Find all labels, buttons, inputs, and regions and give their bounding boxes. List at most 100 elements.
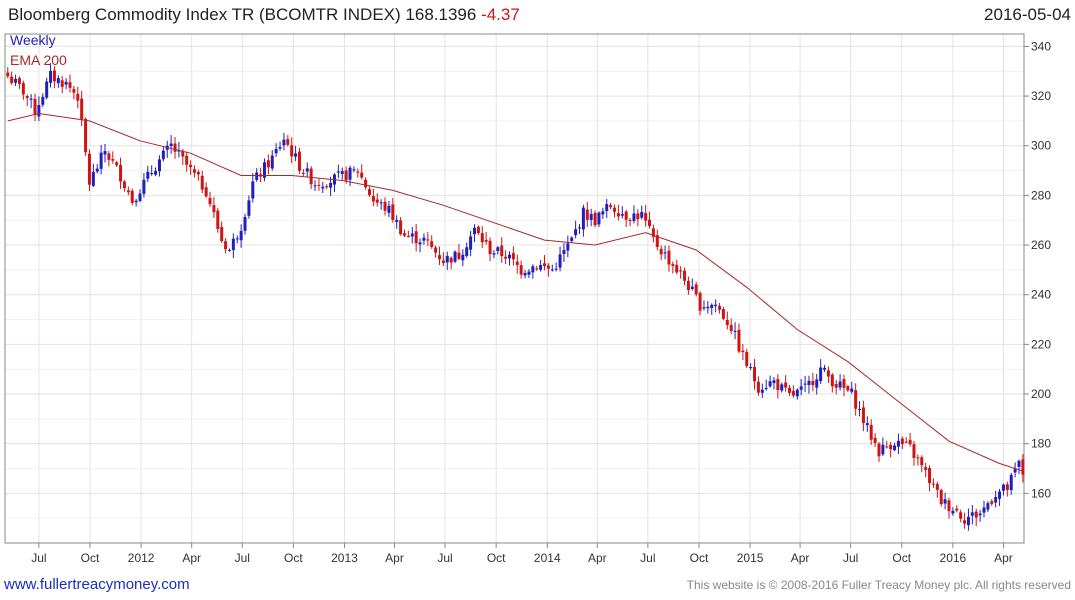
candle-body (605, 204, 609, 212)
candle-body (325, 186, 329, 188)
candle-body (68, 82, 72, 88)
candle-body (970, 512, 974, 516)
candle-body (578, 227, 582, 229)
candle-body (391, 204, 395, 220)
candle-body (795, 389, 799, 397)
y-tick-label: 220 (1031, 337, 1051, 351)
candle-body (469, 236, 473, 250)
candle-body (780, 384, 784, 391)
candle-body (130, 190, 134, 203)
candle-body (500, 245, 504, 257)
candle-body (889, 445, 893, 450)
candle-body (858, 408, 862, 410)
candle-body (1005, 484, 1009, 490)
candle-body (266, 160, 270, 168)
candle-body (721, 309, 725, 319)
candle-body (749, 367, 753, 369)
candle-body (72, 89, 76, 93)
candle-body (974, 511, 978, 518)
x-tick-label: Apr (588, 551, 607, 565)
candle-body (387, 205, 391, 213)
candle-body (119, 165, 123, 182)
candle-body (931, 483, 935, 485)
candle-body (406, 236, 410, 238)
y-axis: 160 180 200 220 240 260 280 300 320 340 (1024, 39, 1051, 500)
candle-body (224, 241, 228, 250)
candle-body (212, 205, 216, 213)
candle-body (826, 370, 830, 377)
candle-body (488, 240, 492, 255)
x-tick-label: Jul (31, 551, 46, 565)
candle-body (465, 247, 469, 256)
candle-body (418, 242, 422, 245)
candle-body (309, 168, 313, 185)
candle-body (1021, 459, 1025, 475)
candle-body (270, 155, 274, 169)
candle-body (457, 252, 461, 259)
x-tick-label: Apr (182, 551, 201, 565)
candle-body (313, 185, 317, 187)
candle-body (56, 78, 60, 84)
candle-body (535, 268, 539, 270)
candle-body (317, 184, 321, 186)
candle-body (714, 304, 718, 307)
x-tick-label: 2014 (534, 551, 561, 565)
candle-body (60, 80, 64, 87)
candle-body (624, 211, 628, 220)
candle-body (64, 81, 68, 85)
candle-body (601, 211, 605, 215)
candle-body (480, 233, 484, 243)
candle-body (14, 78, 18, 83)
x-tick-label: Jul (235, 551, 250, 565)
candle-body (449, 257, 453, 263)
candle-body (208, 197, 212, 205)
candle-body (690, 286, 694, 289)
candle-body (235, 238, 239, 240)
candle-body (756, 381, 760, 393)
plot-frame (4, 33, 1025, 544)
candle-body (402, 233, 406, 236)
candle-body (453, 251, 457, 262)
candle-body (437, 255, 441, 260)
candle-body (994, 496, 998, 503)
candle-body (947, 500, 951, 512)
candle-body (352, 169, 356, 171)
candle-body (445, 255, 449, 263)
candle-body (966, 516, 970, 526)
candle-body (367, 189, 371, 196)
candle-body (247, 200, 251, 216)
candle-body (33, 98, 37, 115)
candle-body (395, 219, 399, 222)
x-tick-label: Apr (791, 551, 810, 565)
candle-body (768, 381, 772, 387)
candle-body (846, 386, 850, 391)
candle-body (585, 209, 589, 220)
candle-body (807, 380, 811, 385)
candlestick-chart: 160 180 200 220 240 260 280 300 320 340 Jul Oct 201… (4, 32, 1051, 565)
site-link[interactable]: www.fullertreacymoney.com (4, 576, 190, 593)
candle-body (562, 250, 566, 255)
candle-body (91, 171, 95, 186)
candle-body (122, 181, 126, 189)
x-tick-label: Apr (994, 551, 1013, 565)
y-tick-label: 160 (1031, 486, 1051, 500)
candle-body (461, 254, 465, 261)
candle-body (84, 118, 88, 153)
candle-body (710, 304, 714, 308)
x-tick-label: 2015 (737, 551, 764, 565)
chart-header: Bloomberg Commodity Index TR (BCOMTR IND… (0, 0, 1075, 30)
candle-body (10, 76, 14, 84)
candle-body (873, 437, 877, 444)
candle-body (25, 96, 29, 98)
candle-body (192, 169, 196, 173)
candle-body (667, 250, 671, 265)
candle-body (698, 292, 702, 311)
candle-body (998, 491, 1002, 499)
candle-body (558, 254, 562, 268)
candle-body (546, 265, 550, 269)
candle-body (928, 468, 932, 484)
candle-body (278, 146, 282, 149)
x-tick-label: Oct (284, 551, 303, 565)
candle-body (126, 190, 130, 193)
candle-body (539, 265, 543, 270)
